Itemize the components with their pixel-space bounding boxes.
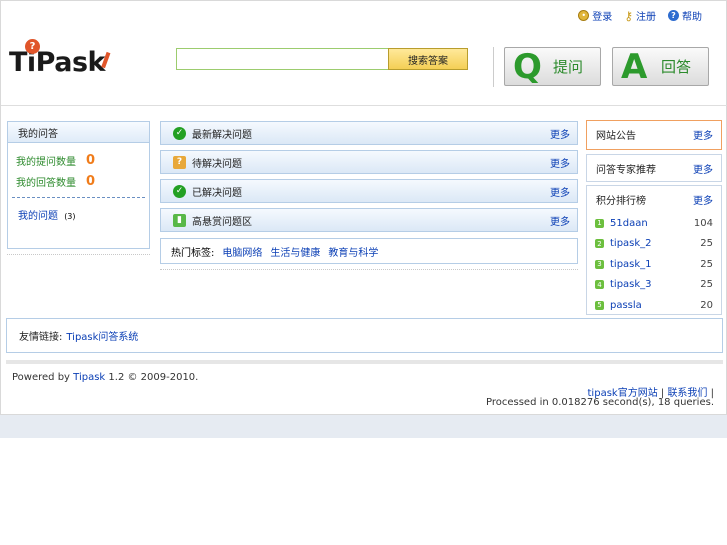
my-qa-title: 我的问答 [8,122,149,143]
friend-link[interactable]: Tipask问答系统 [66,328,138,343]
ranking-more-link[interactable]: 更多 [693,192,713,207]
ranking-row: 5 passla 20 [587,295,721,316]
answer-a-icon: A [621,46,648,87]
panel-pending: ? 待解决问题 更多 [160,150,578,174]
rank-badge: 2 [595,239,604,249]
notice-more-link[interactable]: 更多 [693,127,713,142]
ranking-title: 积分排行榜 [596,196,646,207]
brand-link[interactable]: Tipask [73,372,105,383]
version-text: 1.2 © 2009-2010. [108,372,199,383]
register-link-label: 注册 [636,12,656,23]
check-icon: ✓ [173,126,186,140]
ranking-row: 2 tipask_2 25 [587,234,721,255]
panel-title: 已解决问题 [192,187,242,199]
stat-value: 0 [86,174,96,189]
logo-question-icon: ? [25,39,40,54]
more-link[interactable]: 更多 [550,184,570,199]
box-shadow [160,269,578,270]
rank-user-link[interactable]: passla [610,300,642,311]
experts-more-link[interactable]: 更多 [693,161,713,176]
panel-reward: ▮ 高悬赏问题区 更多 [160,208,578,232]
check-icon: ✓ [173,184,186,198]
more-link[interactable]: 更多 [550,126,570,141]
header-divider [1,105,727,106]
my-questions-link[interactable]: 我的问题 [18,211,58,222]
answer-button-label: 回答 [661,58,692,76]
ranking-row: 4 tipask_3 25 [587,275,721,296]
stat-questions: 我的提问数量 0 [8,153,149,168]
ask-q-icon: Q [513,46,542,87]
search-input[interactable] [176,48,389,70]
rank-user-link[interactable]: 51daan [610,218,648,229]
help-icon: ? [668,10,679,21]
help-link-label: 帮助 [682,12,702,23]
ranking-box: 积分排行榜 更多 1 51daan 104 2 tipask_2 25 3 ti… [586,185,722,315]
ask-button[interactable]: Q 提问 [504,47,601,86]
powered-prefix: Powered by [12,372,70,383]
login-link[interactable]: • 登录 [578,8,612,23]
box-shadow [7,254,150,255]
ask-button-label: 提问 [553,58,584,76]
rank-score: 25 [700,279,713,291]
powered-by: Powered by Tipask 1.2 © 2009-2010. [12,372,198,383]
panel-latest-solved: ✓ 最新解决问题 更多 [160,121,578,145]
notice-title: 网站公告 [596,131,636,142]
panel-title: 高悬赏问题区 [192,216,252,228]
rank-score: 20 [700,299,713,311]
friend-links: 友情链接: Tipask问答系统 [6,318,723,353]
register-link[interactable]: ⚷ 注册 [624,8,656,24]
experts-box: 问答专家推荐 更多 [586,154,722,182]
stat-answers: 我的回答数量 0 [8,174,149,189]
page-bottom-band [0,415,727,438]
tag-link[interactable]: 教育与科学 [328,244,378,259]
stat-value: 0 [86,153,96,168]
stat-label: 我的回答数量 [16,178,76,189]
panel-title: 最新解决问题 [192,129,252,141]
rank-badge: 4 [595,280,604,290]
my-questions-count: (3) [64,212,76,221]
processed-info: Processed in 0.018276 second(s), 18 quer… [485,397,714,408]
my-questions: 我的问题 (3) [8,207,149,222]
site-logo[interactable]: TiPask ? [9,39,111,78]
ranking-row: 1 51daan 104 [587,213,721,234]
search-button[interactable]: 搜索答案 [388,48,468,70]
friend-links-label: 友情链接: [19,332,63,343]
dashed-divider [12,197,145,198]
rank-user-link[interactable]: tipask_3 [610,279,652,290]
rank-score: 25 [700,238,713,250]
tag-link[interactable]: 生活与健康 [270,244,320,259]
more-link[interactable]: 更多 [550,213,570,228]
rank-badge: 3 [595,259,604,269]
help-link[interactable]: ? 帮助 [668,8,702,23]
rank-badge: 1 [595,218,604,228]
rank-score: 25 [700,258,713,270]
panel-title: 待解决问题 [192,158,242,170]
top-links: • 登录 ⚷ 注册 ? 帮助 [578,8,702,23]
logo-text: TiPask [9,47,105,78]
lock-icon: • [578,10,590,21]
my-qa-box: 我的问答 我的提问数量 0 我的回答数量 0 我的问题 (3) [7,121,150,249]
rank-badge: 5 [595,300,604,310]
page-frame: • 登录 ⚷ 注册 ? 帮助 TiPask ? 搜索答案 Q 提问 A 回答 我… [0,0,727,415]
notice-box: 网站公告 更多 [586,120,722,150]
divider [493,47,494,87]
experts-title: 问答专家推荐 [596,165,656,176]
panel-solved: ✓ 已解决问题 更多 [160,179,578,203]
key-icon: ⚷ [624,8,633,23]
star-icon: ? [173,155,186,169]
login-link-label: 登录 [592,12,613,23]
hot-tags: 热门标签: 电脑网络 生活与健康 教育与科学 [160,238,578,264]
rank-score: 104 [693,217,713,229]
stat-label: 我的提问数量 [16,157,76,168]
chart-icon: ▮ [173,213,186,227]
hot-tags-label: 热门标签: [171,247,215,259]
rank-user-link[interactable]: tipask_1 [610,259,652,270]
rank-user-link[interactable]: tipask_2 [610,238,652,249]
more-link[interactable]: 更多 [550,155,570,170]
ranking-row: 3 tipask_1 25 [587,254,721,275]
answer-button[interactable]: A 回答 [612,47,709,86]
footer-divider [6,360,723,364]
tag-link[interactable]: 电脑网络 [222,244,262,259]
